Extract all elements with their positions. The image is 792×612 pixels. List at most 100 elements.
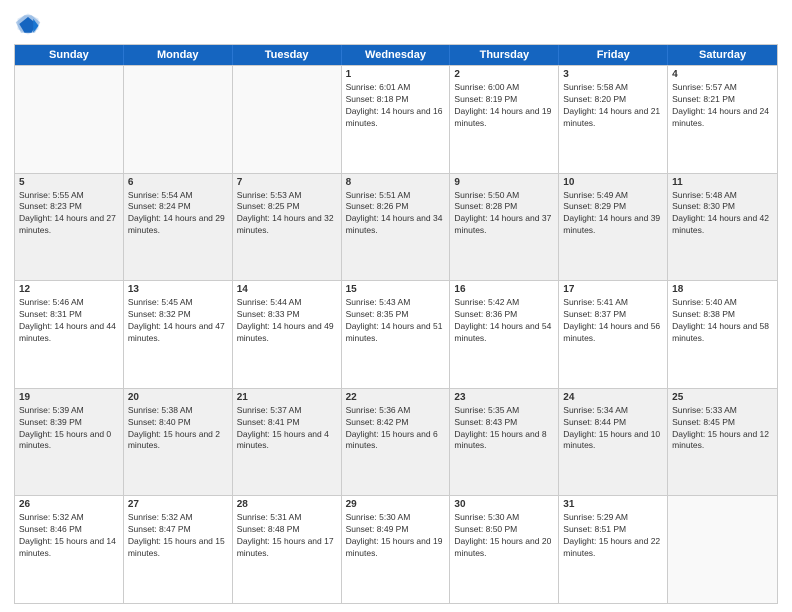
calendar-cell-1-6: 11 Sunrise: 5:48 AM Sunset: 8:30 PM Dayli… bbox=[668, 174, 777, 281]
day-detail: Sunrise: 5:58 AM Sunset: 8:20 PM Dayligh… bbox=[563, 82, 663, 130]
day-detail: Sunrise: 5:48 AM Sunset: 8:30 PM Dayligh… bbox=[672, 190, 773, 238]
day-number: 15 bbox=[346, 284, 446, 295]
calendar-cell-2-2: 14 Sunrise: 5:44 AM Sunset: 8:33 PM Dayli… bbox=[233, 281, 342, 388]
calendar-cell-1-3: 8 Sunrise: 5:51 AM Sunset: 8:26 PM Daylig… bbox=[342, 174, 451, 281]
day-detail: Sunrise: 5:50 AM Sunset: 8:28 PM Dayligh… bbox=[454, 190, 554, 238]
day-number: 22 bbox=[346, 392, 446, 403]
day-number: 2 bbox=[454, 69, 554, 80]
calendar-header: SundayMondayTuesdayWednesdayThursdayFrid… bbox=[15, 45, 777, 65]
day-number: 20 bbox=[128, 392, 228, 403]
day-number: 9 bbox=[454, 177, 554, 188]
day-number: 12 bbox=[19, 284, 119, 295]
day-number: 26 bbox=[19, 499, 119, 510]
calendar-cell-1-4: 9 Sunrise: 5:50 AM Sunset: 8:28 PM Daylig… bbox=[450, 174, 559, 281]
calendar-cell-1-5: 10 Sunrise: 5:49 AM Sunset: 8:29 PM Dayli… bbox=[559, 174, 668, 281]
header-day-sunday: Sunday bbox=[15, 45, 124, 65]
header-day-saturday: Saturday bbox=[668, 45, 777, 65]
day-number: 4 bbox=[672, 69, 773, 80]
calendar-cell-0-1 bbox=[124, 66, 233, 173]
calendar-cell-4-4: 30 Sunrise: 5:30 AM Sunset: 8:50 PM Dayli… bbox=[450, 496, 559, 603]
day-detail: Sunrise: 5:33 AM Sunset: 8:45 PM Dayligh… bbox=[672, 405, 773, 453]
day-detail: Sunrise: 5:53 AM Sunset: 8:25 PM Dayligh… bbox=[237, 190, 337, 238]
day-detail: Sunrise: 5:45 AM Sunset: 8:32 PM Dayligh… bbox=[128, 297, 228, 345]
day-detail: Sunrise: 5:41 AM Sunset: 8:37 PM Dayligh… bbox=[563, 297, 663, 345]
calendar-body: 1Sunrise: 6:01 AM Sunset: 8:18 PM Daylig… bbox=[15, 65, 777, 603]
calendar-cell-4-0: 26 Sunrise: 5:32 AM Sunset: 8:46 PM Dayli… bbox=[15, 496, 124, 603]
day-number: 19 bbox=[19, 392, 119, 403]
day-detail: Sunrise: 5:37 AM Sunset: 8:41 PM Dayligh… bbox=[237, 405, 337, 453]
calendar-cell-1-0: 5 Sunrise: 5:55 AM Sunset: 8:23 PM Daylig… bbox=[15, 174, 124, 281]
day-detail: Sunrise: 5:49 AM Sunset: 8:29 PM Dayligh… bbox=[563, 190, 663, 238]
calendar-cell-0-4: 2 Sunrise: 6:00 AM Sunset: 8:19 PM Daylig… bbox=[450, 66, 559, 173]
day-number: 8 bbox=[346, 177, 446, 188]
day-detail: Sunrise: 5:38 AM Sunset: 8:40 PM Dayligh… bbox=[128, 405, 228, 453]
day-detail: Sunrise: 5:57 AM Sunset: 8:21 PM Dayligh… bbox=[672, 82, 773, 130]
day-detail: Sunrise: 5:39 AM Sunset: 8:39 PM Dayligh… bbox=[19, 405, 119, 453]
day-number: 3 bbox=[563, 69, 663, 80]
day-number: 14 bbox=[237, 284, 337, 295]
calendar-cell-4-3: 29Sunrise: 5:30 AM Sunset: 8:49 PM Dayli… bbox=[342, 496, 451, 603]
day-detail: Sunrise: 5:44 AM Sunset: 8:33 PM Dayligh… bbox=[237, 297, 337, 345]
day-detail: Sunrise: 5:40 AM Sunset: 8:38 PM Dayligh… bbox=[672, 297, 773, 345]
day-detail: Sunrise: 6:00 AM Sunset: 8:19 PM Dayligh… bbox=[454, 82, 554, 130]
calendar-cell-3-0: 19 Sunrise: 5:39 AM Sunset: 8:39 PM Dayli… bbox=[15, 389, 124, 496]
day-number: 5 bbox=[19, 177, 119, 188]
calendar-cell-0-0 bbox=[15, 66, 124, 173]
day-number: 16 bbox=[454, 284, 554, 295]
calendar-cell-2-3: 15 Sunrise: 5:43 AM Sunset: 8:35 PM Dayli… bbox=[342, 281, 451, 388]
calendar-cell-1-2: 7 Sunrise: 5:53 AM Sunset: 8:25 PM Daylig… bbox=[233, 174, 342, 281]
day-detail: Sunrise: 5:30 AM Sunset: 8:50 PM Dayligh… bbox=[454, 512, 554, 560]
calendar-cell-3-5: 24Sunrise: 5:34 AM Sunset: 8:44 PM Dayli… bbox=[559, 389, 668, 496]
calendar-cell-2-5: 17 Sunrise: 5:41 AM Sunset: 8:37 PM Dayli… bbox=[559, 281, 668, 388]
day-number: 30 bbox=[454, 499, 554, 510]
day-detail: Sunrise: 5:46 AM Sunset: 8:31 PM Dayligh… bbox=[19, 297, 119, 345]
day-number: 1 bbox=[346, 69, 446, 80]
calendar-cell-2-1: 13 Sunrise: 5:45 AM Sunset: 8:32 PM Dayli… bbox=[124, 281, 233, 388]
day-number: 7 bbox=[237, 177, 337, 188]
day-detail: Sunrise: 5:54 AM Sunset: 8:24 PM Dayligh… bbox=[128, 190, 228, 238]
header-day-friday: Friday bbox=[559, 45, 668, 65]
logo-icon bbox=[14, 10, 42, 38]
calendar-cell-1-1: 6Sunrise: 5:54 AM Sunset: 8:24 PM Daylig… bbox=[124, 174, 233, 281]
day-number: 10 bbox=[563, 177, 663, 188]
day-detail: Sunrise: 5:29 AM Sunset: 8:51 PM Dayligh… bbox=[563, 512, 663, 560]
calendar-cell-4-5: 31Sunrise: 5:29 AM Sunset: 8:51 PM Dayli… bbox=[559, 496, 668, 603]
calendar-cell-0-2 bbox=[233, 66, 342, 173]
day-detail: Sunrise: 5:51 AM Sunset: 8:26 PM Dayligh… bbox=[346, 190, 446, 238]
calendar-row-1: 5 Sunrise: 5:55 AM Sunset: 8:23 PM Daylig… bbox=[15, 173, 777, 281]
calendar-cell-2-6: 18 Sunrise: 5:40 AM Sunset: 8:38 PM Dayli… bbox=[668, 281, 777, 388]
calendar-row-3: 19 Sunrise: 5:39 AM Sunset: 8:39 PM Dayli… bbox=[15, 388, 777, 496]
calendar-cell-2-4: 16 Sunrise: 5:42 AM Sunset: 8:36 PM Dayli… bbox=[450, 281, 559, 388]
day-number: 13 bbox=[128, 284, 228, 295]
calendar-cell-2-0: 12 Sunrise: 5:46 AM Sunset: 8:31 PM Dayli… bbox=[15, 281, 124, 388]
calendar-cell-4-2: 28Sunrise: 5:31 AM Sunset: 8:48 PM Dayli… bbox=[233, 496, 342, 603]
calendar: SundayMondayTuesdayWednesdayThursdayFrid… bbox=[14, 44, 778, 604]
page: SundayMondayTuesdayWednesdayThursdayFrid… bbox=[0, 0, 792, 612]
calendar-cell-4-6 bbox=[668, 496, 777, 603]
day-number: 29 bbox=[346, 499, 446, 510]
day-number: 28 bbox=[237, 499, 337, 510]
calendar-cell-0-5: 3 Sunrise: 5:58 AM Sunset: 8:20 PM Daylig… bbox=[559, 66, 668, 173]
day-detail: Sunrise: 5:55 AM Sunset: 8:23 PM Dayligh… bbox=[19, 190, 119, 238]
header bbox=[14, 10, 778, 38]
day-detail: Sunrise: 5:43 AM Sunset: 8:35 PM Dayligh… bbox=[346, 297, 446, 345]
day-number: 21 bbox=[237, 392, 337, 403]
calendar-cell-4-1: 27 Sunrise: 5:32 AM Sunset: 8:47 PM Dayli… bbox=[124, 496, 233, 603]
day-number: 11 bbox=[672, 177, 773, 188]
header-day-wednesday: Wednesday bbox=[342, 45, 451, 65]
day-number: 17 bbox=[563, 284, 663, 295]
day-number: 18 bbox=[672, 284, 773, 295]
day-detail: Sunrise: 5:42 AM Sunset: 8:36 PM Dayligh… bbox=[454, 297, 554, 345]
day-detail: Sunrise: 5:32 AM Sunset: 8:46 PM Dayligh… bbox=[19, 512, 119, 560]
calendar-cell-3-3: 22Sunrise: 5:36 AM Sunset: 8:42 PM Dayli… bbox=[342, 389, 451, 496]
day-number: 23 bbox=[454, 392, 554, 403]
day-number: 24 bbox=[563, 392, 663, 403]
calendar-row-2: 12 Sunrise: 5:46 AM Sunset: 8:31 PM Dayli… bbox=[15, 280, 777, 388]
calendar-row-0: 1Sunrise: 6:01 AM Sunset: 8:18 PM Daylig… bbox=[15, 65, 777, 173]
day-detail: Sunrise: 5:32 AM Sunset: 8:47 PM Dayligh… bbox=[128, 512, 228, 560]
day-number: 25 bbox=[672, 392, 773, 403]
calendar-cell-3-1: 20 Sunrise: 5:38 AM Sunset: 8:40 PM Dayli… bbox=[124, 389, 233, 496]
header-day-tuesday: Tuesday bbox=[233, 45, 342, 65]
day-number: 27 bbox=[128, 499, 228, 510]
header-day-thursday: Thursday bbox=[450, 45, 559, 65]
